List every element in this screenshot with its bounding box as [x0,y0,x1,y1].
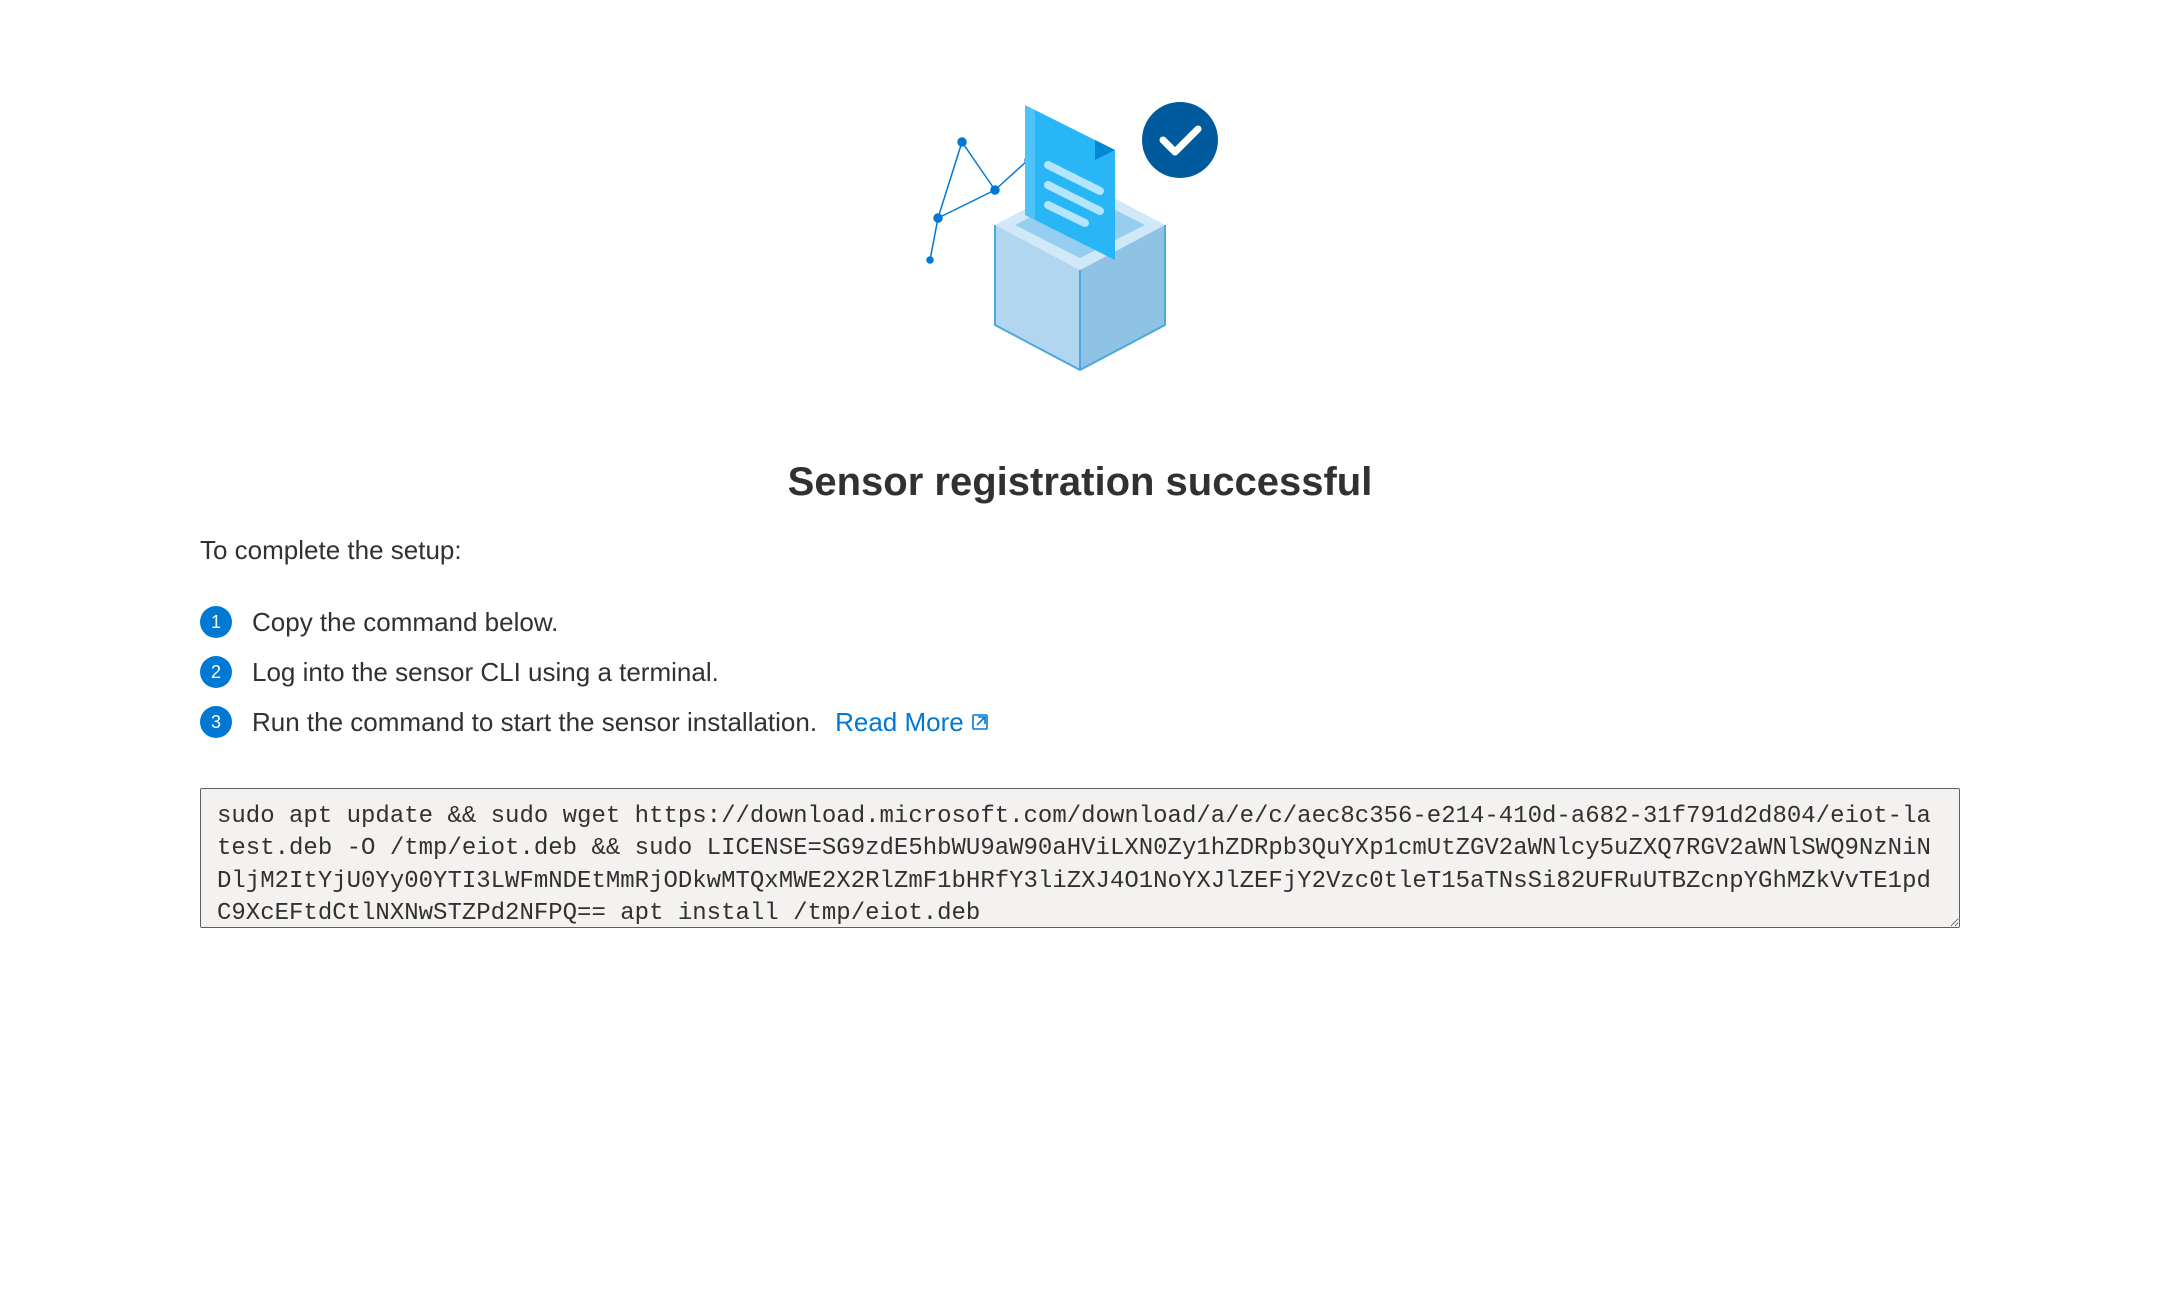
step-text-1: Copy the command below. [252,607,558,638]
setup-subtitle: To complete the setup: [200,535,1960,566]
step-2: 2 Log into the sensor CLI using a termin… [200,656,1960,688]
success-illustration [200,60,1960,380]
read-more-link[interactable]: Read More [835,707,990,738]
step-number-2: 2 [200,656,232,688]
page-title: Sensor registration successful [200,460,1960,505]
step-1: 1 Copy the command below. [200,606,1960,638]
step-text-3: Run the command to start the sensor inst… [252,707,990,738]
step-number-3: 3 [200,706,232,738]
setup-steps: 1 Copy the command below. 2 Log into the… [200,606,1960,738]
read-more-text: Read More [835,707,964,738]
step-3: 3 Run the command to start the sensor in… [200,706,1960,738]
step-number-1: 1 [200,606,232,638]
command-textarea[interactable] [200,788,1960,928]
step-text-2: Log into the sensor CLI using a terminal… [252,657,719,688]
external-link-icon [970,712,990,732]
